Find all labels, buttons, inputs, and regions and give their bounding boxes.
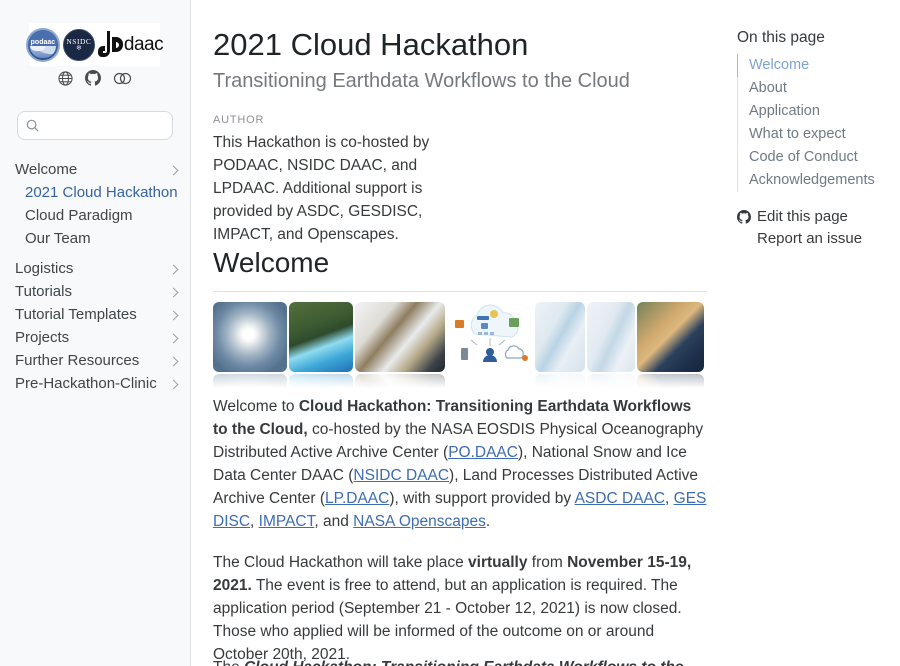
toc-list: Welcome About Application What to expect…: [737, 54, 897, 192]
text-link[interactable]: PO.DAAC: [448, 444, 518, 461]
search-icon: [26, 119, 39, 132]
welcome-section-heading: Welcome: [213, 247, 707, 292]
github-icon[interactable]: [85, 70, 101, 86]
sidebar-item-label: Pre-Hackathon-Clinic: [15, 375, 157, 392]
edit-this-page-label: Edit this page: [757, 208, 848, 225]
author-text: This Hackathon is co-hosted by PODAAC, N…: [213, 131, 481, 246]
sidebar-item-projects[interactable]: Projects: [15, 326, 183, 349]
chevron-right-icon: [169, 265, 179, 275]
chevron-right-icon: [169, 311, 179, 321]
sidebar-item-further-resources[interactable]: Further Resources: [15, 349, 183, 372]
banner-image-desert-coastline: [637, 302, 704, 372]
author-label: AUTHOR: [213, 114, 264, 126]
banner-image-strip: [213, 302, 707, 390]
chevron-right-icon: [169, 357, 179, 367]
text-link[interactable]: ASDC DAAC: [575, 490, 665, 507]
sidebar-item-logistics[interactable]: Logistics: [15, 257, 183, 280]
banner-reflection: [213, 374, 707, 390]
report-an-issue-link[interactable]: Report an issue: [757, 230, 862, 247]
text-link[interactable]: NSIDC DAAC: [353, 467, 449, 484]
text-link[interactable]: IMPACT: [259, 513, 315, 530]
sidebar-item-label: Further Resources: [15, 352, 139, 369]
page-subtitle: Transitioning Earthdata Workflows to the…: [213, 70, 630, 93]
sidebar-item-label: Projects: [15, 329, 69, 346]
sidebar-social-icons: [0, 70, 190, 86]
nsidc-snowflake-icon: ❄: [76, 46, 82, 52]
text-link[interactable]: LP.DAAC: [325, 490, 389, 507]
nsidc-logo: NSIDC ❄: [63, 29, 95, 61]
podaac-logo: podaac: [26, 28, 60, 62]
sidebar-item-label: Tutorials: [15, 283, 72, 300]
banner-image-cloud-diagram: [447, 302, 533, 372]
toc-item-welcome[interactable]: Welcome: [737, 54, 897, 77]
overlapping-circles-icon[interactable]: [113, 72, 132, 85]
toc-item-acknowledgements[interactable]: Acknowledgements: [737, 169, 897, 192]
banner-image-green-coastline: [289, 302, 353, 372]
toc-item-application[interactable]: Application: [737, 100, 897, 123]
banner-image-ice-sheet-2: [587, 302, 635, 372]
toc-item-code-of-conduct[interactable]: Code of Conduct: [737, 146, 897, 169]
logo-strip[interactable]: podaac NSIDC ❄ daac: [29, 23, 160, 66]
github-icon: [737, 210, 751, 224]
banner-image-ice-sheet-1: [535, 302, 585, 372]
sidebar-item-welcome[interactable]: Welcome: [15, 158, 183, 181]
sidebar-item-label: Tutorial Templates: [15, 306, 137, 323]
text-link[interactable]: NASA Openscapes: [353, 513, 486, 530]
search-input[interactable]: [45, 118, 155, 133]
chevron-right-icon: [169, 380, 179, 390]
welcome-paragraph-3-clipped: The Cloud Hackathon: Transitioning Earth…: [213, 656, 707, 666]
podaac-wave-graphic: [30, 46, 56, 58]
main-content: 2021 Cloud Hackathon Transitioning Earth…: [213, 0, 707, 666]
sidebar-item-label: Logistics: [15, 260, 73, 277]
chevron-right-icon: [169, 334, 179, 344]
chevron-right-icon: [169, 166, 179, 176]
sidebar-item-pre-hackathon-clinic[interactable]: Pre-Hackathon-Clinic: [15, 372, 183, 395]
sidebar-item-2021-cloud-hackathon[interactable]: 2021 Cloud Hackathon: [15, 181, 183, 204]
page: podaac NSIDC ❄ daac: [0, 0, 900, 666]
toc-heading: On this page: [737, 29, 825, 47]
welcome-paragraph-2: The Cloud Hackathon will take place virt…: [213, 551, 707, 666]
search-box[interactable]: [17, 111, 173, 140]
left-sidebar: podaac NSIDC ❄ daac: [0, 0, 191, 666]
sidebar-item-tutorials[interactable]: Tutorials: [15, 280, 183, 303]
lpdaac-logo-text: daac: [124, 34, 163, 56]
toc-item-about[interactable]: About: [737, 77, 897, 100]
sidebar-item-tutorial-templates[interactable]: Tutorial Templates: [15, 303, 183, 326]
sidebar-item-cloud-paradigm[interactable]: Cloud Paradigm: [15, 204, 183, 227]
sidebar-nav: Welcome 2021 Cloud Hackathon Cloud Parad…: [15, 158, 183, 395]
banner-image-arctic-ice: [355, 302, 445, 372]
sidebar-item-label: Welcome: [15, 161, 77, 178]
chevron-right-icon: [169, 288, 179, 298]
globe-icon[interactable]: [58, 71, 73, 86]
toc-item-what-to-expect[interactable]: What to expect: [737, 123, 897, 146]
welcome-paragraph-1: Welcome to Cloud Hackathon: Transitionin…: [213, 395, 707, 533]
podaac-logo-text: podaac: [28, 39, 58, 46]
sidebar-item-our-team[interactable]: Our Team: [15, 227, 183, 250]
lpdaac-logo-glyph: [98, 30, 124, 60]
edit-this-page-link[interactable]: Edit this page: [737, 208, 848, 225]
page-title: 2021 Cloud Hackathon: [213, 27, 528, 63]
banner-image-hurricane: [213, 302, 287, 372]
